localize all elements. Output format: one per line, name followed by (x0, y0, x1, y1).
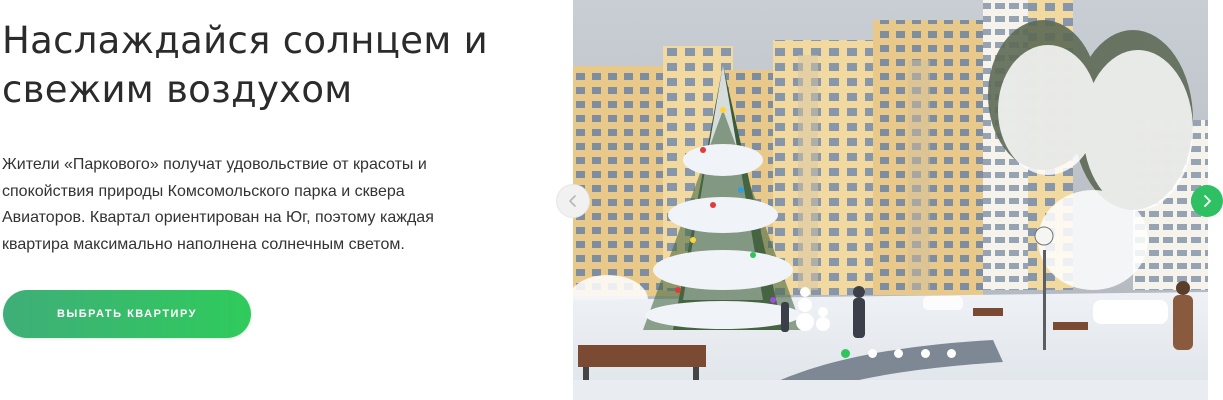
description-line-3: Авиаторов. Квартал ориентирован на Юг, п… (2, 209, 434, 226)
chevron-left-icon (569, 195, 576, 207)
image-slider (573, 0, 1208, 400)
section-description: Жители «Паркового» получат удовольствие … (2, 152, 542, 258)
slide-image-winter-courtyard (573, 0, 1208, 400)
choose-apartment-button[interactable]: ВЫБРАТЬ КВАРТИРУ (3, 290, 251, 338)
section-title-line-2: свежим воздухом (2, 68, 353, 111)
section-title: Наслаждайся солнцем и свежим воздухом (2, 16, 488, 114)
slider-next-button[interactable] (1191, 185, 1223, 217)
slider-dot-3[interactable] (894, 349, 903, 358)
slider-pagination (841, 349, 956, 359)
description-line-4: квартира максимально наполнена солнечным… (2, 235, 405, 253)
description-line-2: спокойствия природы Комсомольского парка… (2, 182, 405, 200)
slider-dot-4[interactable] (920, 349, 930, 358)
slider-dot-1[interactable] (841, 349, 850, 358)
chevron-right-icon (1204, 195, 1211, 207)
intro-section: Наслаждайся солнцем и свежим воздухом Жи… (0, 0, 560, 400)
slider-dot-5[interactable] (947, 349, 956, 358)
section-title-line-1: Наслаждайся солнцем и (2, 19, 488, 62)
description-line-1: Жители «Паркового» получат удовольствие … (2, 156, 427, 173)
slider-dot-2[interactable] (867, 349, 877, 358)
slider-prev-button[interactable] (557, 185, 589, 217)
